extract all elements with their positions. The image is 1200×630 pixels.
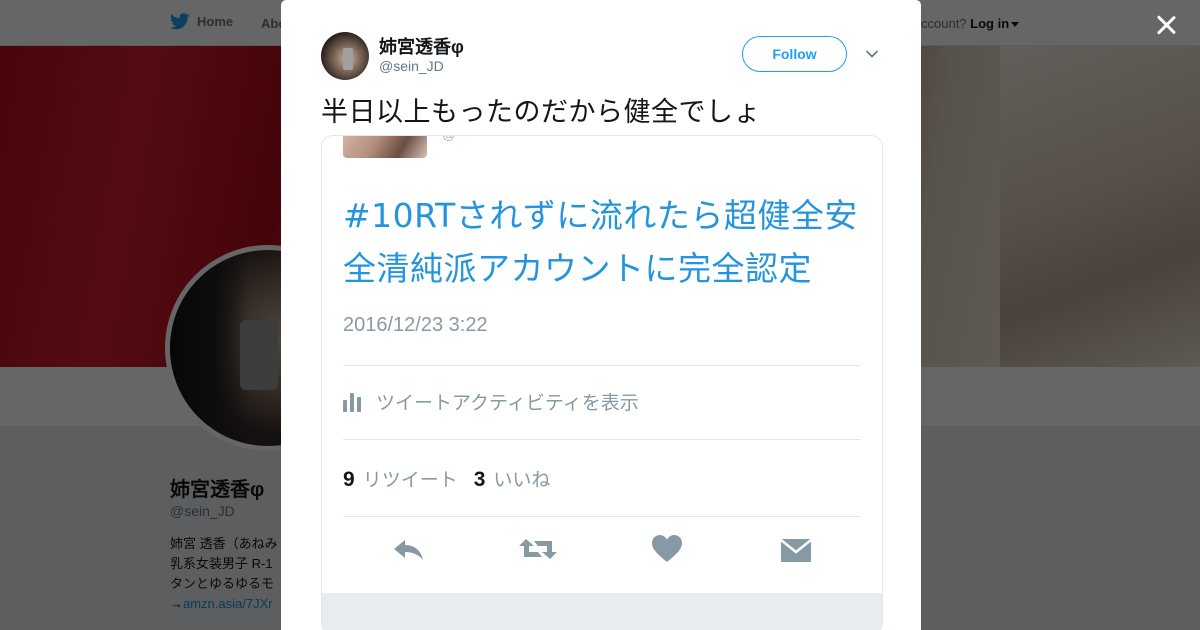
bio-line: 乳系女装男子 R-1 <box>170 556 273 571</box>
activity-bars-icon <box>343 392 364 412</box>
media-stats-row: 9 リツイート 3 いいね <box>343 465 550 492</box>
like-count: 3 <box>473 468 486 491</box>
divider <box>343 516 861 517</box>
retweet-label: リツイート <box>362 470 458 491</box>
media-action-row <box>322 531 882 581</box>
tweet-media-image[interactable]: @ #10RTされずに流れたら超健全安 全清純派アカウントに完全認定 2016/… <box>321 135 883 630</box>
divider <box>343 365 861 366</box>
divider <box>343 439 861 440</box>
profile-handle[interactable]: @sein_JD <box>170 503 235 519</box>
bio-link-arrow: → <box>170 596 183 611</box>
tweet-modal: 姉宮透香φ @sein_JD Follow 半日以上もったのだから健全でしょ @… <box>281 0 921 630</box>
bio-line: 姉宮 透香（あねみ <box>170 536 278 551</box>
media-bottom-strip <box>322 593 882 630</box>
bio-line: タンとゆるゆるモ <box>170 576 275 591</box>
bio-link-line: →amzn.asia/7JXr <box>170 594 282 614</box>
profile-name: 姉宮透香φ <box>170 479 265 501</box>
nav-home[interactable]: Home <box>170 13 233 30</box>
like-label: いいね <box>493 470 551 491</box>
profile-bio: 姉宮 透香（あねみ 乳系女装男子 R-1 タンとゆるゆるモ →amzn.asia… <box>170 534 282 614</box>
media-hashtag-line: 全清純派アカウントに完全認定 <box>343 249 812 288</box>
avatar-phone <box>240 320 278 390</box>
account-prefix: ccount? <box>921 16 967 31</box>
avatar-phone <box>343 48 353 70</box>
retweet-count: 9 <box>343 468 355 491</box>
banner-fabric <box>1000 46 1200 367</box>
direct-message-icon <box>780 539 812 562</box>
close-icon[interactable] <box>1153 12 1179 38</box>
like-heart-icon <box>652 535 682 562</box>
caret-down-icon <box>1011 22 1020 28</box>
media-timestamp: 2016/12/23 3:22 <box>343 314 488 336</box>
tweet-text: 半日以上もったのだから健全でしょ <box>321 97 761 128</box>
media-thumbnail <box>343 136 427 158</box>
follow-button[interactable]: Follow <box>742 36 847 72</box>
nav-home-label: Home <box>197 14 234 29</box>
author-handle[interactable]: @sein_JD <box>379 58 444 74</box>
media-hashtag-line: #10RTされずに流れたら超健全安 <box>343 196 858 235</box>
login-link[interactable]: Log in <box>970 16 1009 31</box>
chevron-down-icon[interactable] <box>864 46 880 62</box>
author-name[interactable]: 姉宮透香φ <box>379 33 464 59</box>
account-login[interactable]: ccount? Log in <box>921 16 1020 31</box>
author-avatar[interactable] <box>321 32 369 80</box>
media-activity-row: ツイートアクティビティを表示 <box>343 388 639 415</box>
activity-label: ツイートアクティビティを表示 <box>376 393 639 414</box>
reply-icon <box>394 540 423 560</box>
twitter-bird-icon <box>170 13 190 30</box>
bio-link[interactable]: amzn.asia/7JXr <box>183 596 273 611</box>
media-hashtag-text: #10RTされずに流れたら超健全安 全清純派アカウントに完全認定 <box>343 189 868 295</box>
retweet-icon <box>519 539 557 559</box>
media-handle-fragment: @ <box>442 136 456 142</box>
